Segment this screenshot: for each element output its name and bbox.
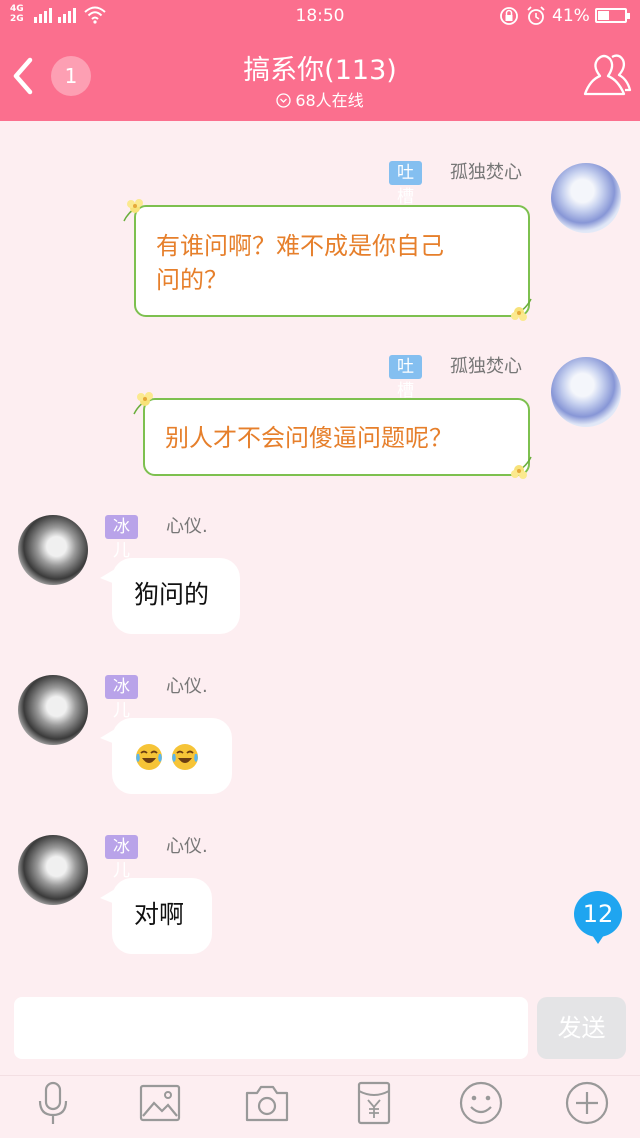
message-bubble[interactable]: 有谁问啊？难不成是你自己 问的？ (134, 205, 530, 317)
avatar[interactable] (551, 163, 621, 233)
message-input[interactable] (14, 997, 528, 1059)
flower-decoration-icon (123, 199, 143, 222)
message-bubble[interactable]: 狗问的 (100, 558, 240, 634)
flower-decoration-icon (511, 456, 532, 479)
message-text: 狗问的 (134, 580, 210, 609)
message-text: 对啊 (134, 900, 185, 929)
message-text: 问的？ (156, 266, 228, 294)
bubble-tail (100, 726, 120, 746)
input-area: 发送 (0, 980, 640, 1138)
flower-decoration-icon (133, 392, 153, 415)
chevron-down-circle-icon (276, 93, 291, 108)
chat-header: 1 搞系你(113) 68人在线 (0, 32, 640, 121)
sender-nickname[interactable]: 心仪. (166, 835, 208, 859)
send-button[interactable]: 发送 (537, 997, 626, 1059)
message-bubble[interactable]: 别人才不会问傻逼问题呢？ (143, 398, 530, 476)
plus-icon[interactable] (563, 1080, 611, 1126)
member-title-badge: 冰儿 (105, 835, 138, 881)
avatar[interactable] (551, 357, 621, 427)
group-title[interactable]: 搞系你(113) (0, 48, 640, 87)
image-icon[interactable] (136, 1080, 184, 1126)
member-title-badge: 冰儿 (105, 515, 138, 561)
online-count: 68人在线 (0, 87, 640, 111)
battery-icon (595, 8, 630, 23)
message-text: 别人才不会问傻逼问题呢？ (165, 424, 453, 452)
avatar[interactable] (18, 835, 88, 905)
message-text: 有谁问啊？难不成是你自己 (156, 232, 444, 260)
sender-nickname[interactable]: 孤独焚心 (450, 355, 522, 379)
avatar[interactable] (18, 675, 88, 745)
member-title-badge: 冰儿 (105, 675, 138, 721)
online-count-label: 68人在线 (295, 91, 364, 110)
red-packet-icon[interactable] (350, 1080, 398, 1126)
rotation-lock-icon (500, 7, 518, 25)
tears-of-joy-emoji-icon (136, 744, 162, 770)
alarm-icon (527, 6, 545, 25)
avatar[interactable] (18, 515, 88, 585)
camera-icon[interactable] (243, 1080, 291, 1126)
sender-nickname[interactable]: 孤独焚心 (450, 161, 522, 185)
message-bubble[interactable] (100, 718, 232, 794)
member-title-badge: 吐槽 (389, 355, 422, 401)
status-bar: 4G 2G 18:50 41% (0, 0, 640, 32)
new-messages-badge[interactable]: 12 (574, 891, 622, 944)
flower-decoration-icon (511, 298, 532, 321)
divider (0, 1075, 640, 1076)
group-members-icon[interactable] (582, 50, 632, 102)
member-title-badge: 吐槽 (389, 161, 422, 207)
message-bubble[interactable]: 对啊 (100, 878, 212, 954)
microphone-icon[interactable] (29, 1080, 77, 1126)
bubble-tail (100, 886, 120, 906)
sender-nickname[interactable]: 心仪. (166, 515, 208, 539)
emoji-icon[interactable] (457, 1080, 505, 1126)
tears-of-joy-emoji-icon (172, 744, 198, 770)
sender-nickname[interactable]: 心仪. (166, 675, 208, 699)
bubble-tail (100, 566, 120, 586)
battery-percent: 41% (552, 6, 590, 26)
